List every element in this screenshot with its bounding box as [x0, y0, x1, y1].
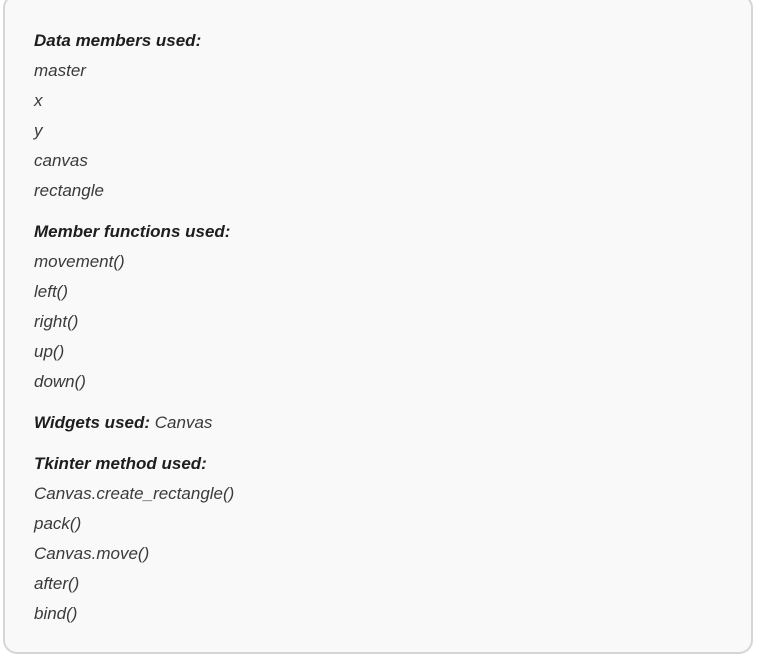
list-item: y	[34, 121, 43, 140]
list-item: x	[34, 91, 43, 110]
list-item: up()	[34, 342, 65, 361]
data-members-list: master x y canvas rectangle	[34, 56, 731, 206]
data-members-heading: Data members used:	[34, 31, 202, 50]
list-item: movement()	[34, 252, 125, 271]
tkinter-methods-list: Canvas.create_rectangle() pack() Canvas.…	[34, 479, 731, 629]
widgets-heading: Widgets used:	[34, 413, 151, 432]
member-functions-heading: Member functions used:	[34, 222, 231, 241]
list-item: rectangle	[34, 181, 104, 200]
list-item: Canvas.create_rectangle()	[34, 484, 235, 503]
list-item: bind()	[34, 604, 78, 623]
info-card: Data members used: master x y canvas rec…	[3, 0, 753, 654]
member-functions-list: movement() left() right() up() down()	[34, 247, 731, 397]
widgets-line: Widgets used: Canvas	[34, 408, 731, 438]
list-item: right()	[34, 312, 79, 331]
widgets-value: Canvas	[154, 413, 213, 432]
list-item: after()	[34, 574, 80, 593]
list-item: canvas	[34, 151, 88, 170]
list-item: Canvas.move()	[34, 544, 150, 563]
tkinter-methods-heading: Tkinter method used:	[34, 454, 207, 473]
list-item: pack()	[34, 514, 82, 533]
list-item: down()	[34, 372, 86, 391]
list-item: master	[34, 61, 86, 80]
list-item: left()	[34, 282, 68, 301]
card-content: Data members used: master x y canvas rec…	[34, 26, 731, 629]
